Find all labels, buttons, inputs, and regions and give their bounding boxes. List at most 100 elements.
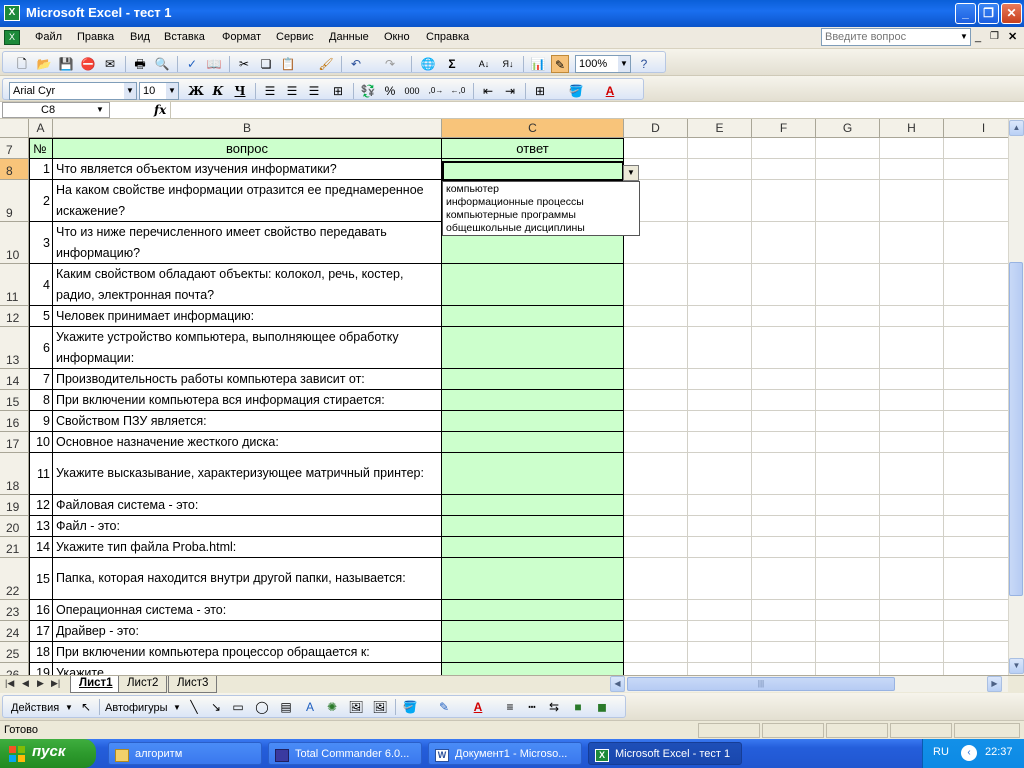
clipart-icon[interactable]: 🖼 — [347, 698, 365, 716]
question-cell[interactable]: Каким свойством обладают объекты: колоко… — [53, 264, 442, 306]
decrease-decimal-icon[interactable]: ←,0 — [449, 82, 467, 100]
sort-ascending-icon[interactable]: А↓ — [475, 55, 493, 73]
empty-cell[interactable] — [688, 600, 752, 621]
empty-cell[interactable] — [880, 537, 944, 558]
chart-wizard-icon[interactable]: 📊 — [529, 55, 547, 73]
sheet-tab-2[interactable]: Лист2 — [118, 676, 168, 693]
column-header-d[interactable]: D — [624, 119, 688, 138]
question-cell[interactable]: Драйвер - это: — [53, 621, 442, 642]
sort-descending-icon[interactable]: Я↓ — [499, 55, 517, 73]
line-style-icon[interactable]: ≡ — [501, 698, 519, 716]
menu-tools[interactable]: Сервис — [276, 31, 314, 43]
answer-cell[interactable] — [442, 558, 624, 600]
question-number-cell[interactable]: 8 — [29, 390, 53, 411]
empty-cell[interactable] — [624, 138, 688, 159]
scroll-up-button[interactable]: ▲ — [1009, 120, 1024, 136]
row-header[interactable]: 26 — [0, 663, 29, 675]
italic-button[interactable]: К — [209, 82, 227, 100]
formula-input[interactable] — [170, 102, 1024, 118]
question-number-cell[interactable]: 11 — [29, 453, 53, 495]
empty-cell[interactable] — [752, 453, 816, 495]
wordart-icon[interactable]: A — [301, 698, 319, 716]
font-size-combo[interactable]: 10 ▼ — [139, 82, 179, 100]
question-number-cell[interactable]: 5 — [29, 306, 53, 327]
empty-cell[interactable] — [624, 306, 688, 327]
empty-cell[interactable] — [752, 432, 816, 453]
answer-cell[interactable] — [442, 537, 624, 558]
empty-cell[interactable] — [624, 453, 688, 495]
question-number-cell[interactable]: 10 — [29, 432, 53, 453]
header-cell-question[interactable]: вопрос — [53, 138, 442, 159]
currency-icon[interactable]: 💱 — [359, 82, 377, 100]
row-header[interactable]: 23 — [0, 600, 29, 621]
row-header[interactable]: 21 — [0, 537, 29, 558]
row-header[interactable]: 13 — [0, 327, 29, 369]
question-number-cell[interactable]: 12 — [29, 495, 53, 516]
empty-cell[interactable] — [816, 264, 880, 306]
doc-close-icon[interactable]: ✕ — [1008, 30, 1017, 43]
empty-cell[interactable] — [688, 642, 752, 663]
empty-cell[interactable] — [944, 516, 1008, 537]
empty-cell[interactable] — [944, 264, 1008, 306]
empty-cell[interactable] — [688, 180, 752, 222]
font-color-icon[interactable]: A — [601, 82, 619, 100]
question-number-cell[interactable]: 3 — [29, 222, 53, 264]
empty-cell[interactable] — [624, 327, 688, 369]
validation-dropdown-list[interactable]: компьютер информационные процессы компью… — [442, 181, 640, 236]
empty-cell[interactable] — [880, 159, 944, 180]
question-cell[interactable]: Укажите тип файла Proba.html: — [53, 537, 442, 558]
empty-cell[interactable] — [688, 537, 752, 558]
question-number-cell[interactable]: 2 — [29, 180, 53, 222]
align-center-icon[interactable]: ☰ — [283, 82, 301, 100]
empty-cell[interactable] — [944, 663, 1008, 675]
underline-button[interactable]: Ч — [231, 82, 249, 100]
row-header[interactable]: 7 — [0, 138, 29, 159]
empty-cell[interactable] — [688, 663, 752, 675]
tray-arrow-icon[interactable]: ‹ — [961, 745, 977, 761]
font-name-dropdown-arrow[interactable]: ▼ — [124, 83, 136, 99]
question-cell[interactable]: Операционная система - это: — [53, 600, 442, 621]
row-header[interactable]: 15 — [0, 390, 29, 411]
empty-cell[interactable] — [944, 411, 1008, 432]
answer-cell[interactable] — [442, 453, 624, 495]
font-size-dropdown-arrow[interactable]: ▼ — [166, 83, 178, 99]
empty-cell[interactable] — [880, 138, 944, 159]
drawing-icon[interactable]: ✎ — [551, 55, 569, 73]
question-number-cell[interactable]: 18 — [29, 642, 53, 663]
empty-cell[interactable] — [688, 558, 752, 600]
arrow-icon[interactable]: ↘ — [207, 698, 225, 716]
empty-cell[interactable] — [944, 642, 1008, 663]
select-all-corner[interactable] — [0, 119, 29, 138]
empty-cell[interactable] — [688, 138, 752, 159]
question-number-cell[interactable]: 13 — [29, 516, 53, 537]
answer-cell[interactable] — [442, 327, 624, 369]
increase-decimal-icon[interactable]: ,0→ — [427, 82, 445, 100]
row-header[interactable]: 17 — [0, 432, 29, 453]
actions-dropdown-arrow[interactable]: ▼ — [65, 703, 73, 712]
excel-app-icon[interactable]: X — [4, 5, 20, 21]
empty-cell[interactable] — [624, 558, 688, 600]
scroll-left-button[interactable]: ◀ — [610, 676, 625, 692]
empty-cell[interactable] — [816, 138, 880, 159]
question-cell[interactable]: Свойством ПЗУ является: — [53, 411, 442, 432]
empty-cell[interactable] — [752, 600, 816, 621]
last-sheet-icon[interactable]: ▶| — [51, 678, 60, 689]
dropdown-option[interactable]: информационные процессы — [446, 196, 636, 209]
empty-cell[interactable] — [880, 369, 944, 390]
row-header[interactable]: 19 — [0, 495, 29, 516]
empty-cell[interactable] — [624, 600, 688, 621]
column-header-f[interactable]: F — [752, 119, 816, 138]
autoshapes-menu[interactable]: Автофигуры — [105, 702, 168, 714]
vertical-scroll-thumb[interactable] — [1009, 262, 1023, 596]
row-header[interactable]: 18 — [0, 453, 29, 495]
scroll-down-button[interactable]: ▼ — [1009, 658, 1024, 674]
empty-cell[interactable] — [688, 306, 752, 327]
column-header-c[interactable]: C — [442, 119, 624, 138]
empty-cell[interactable] — [752, 411, 816, 432]
empty-cell[interactable] — [688, 222, 752, 264]
close-button[interactable]: ✕ — [1001, 3, 1022, 24]
empty-cell[interactable] — [688, 621, 752, 642]
menu-format[interactable]: Формат — [222, 31, 261, 43]
empty-cell[interactable] — [688, 432, 752, 453]
empty-cell[interactable] — [752, 138, 816, 159]
